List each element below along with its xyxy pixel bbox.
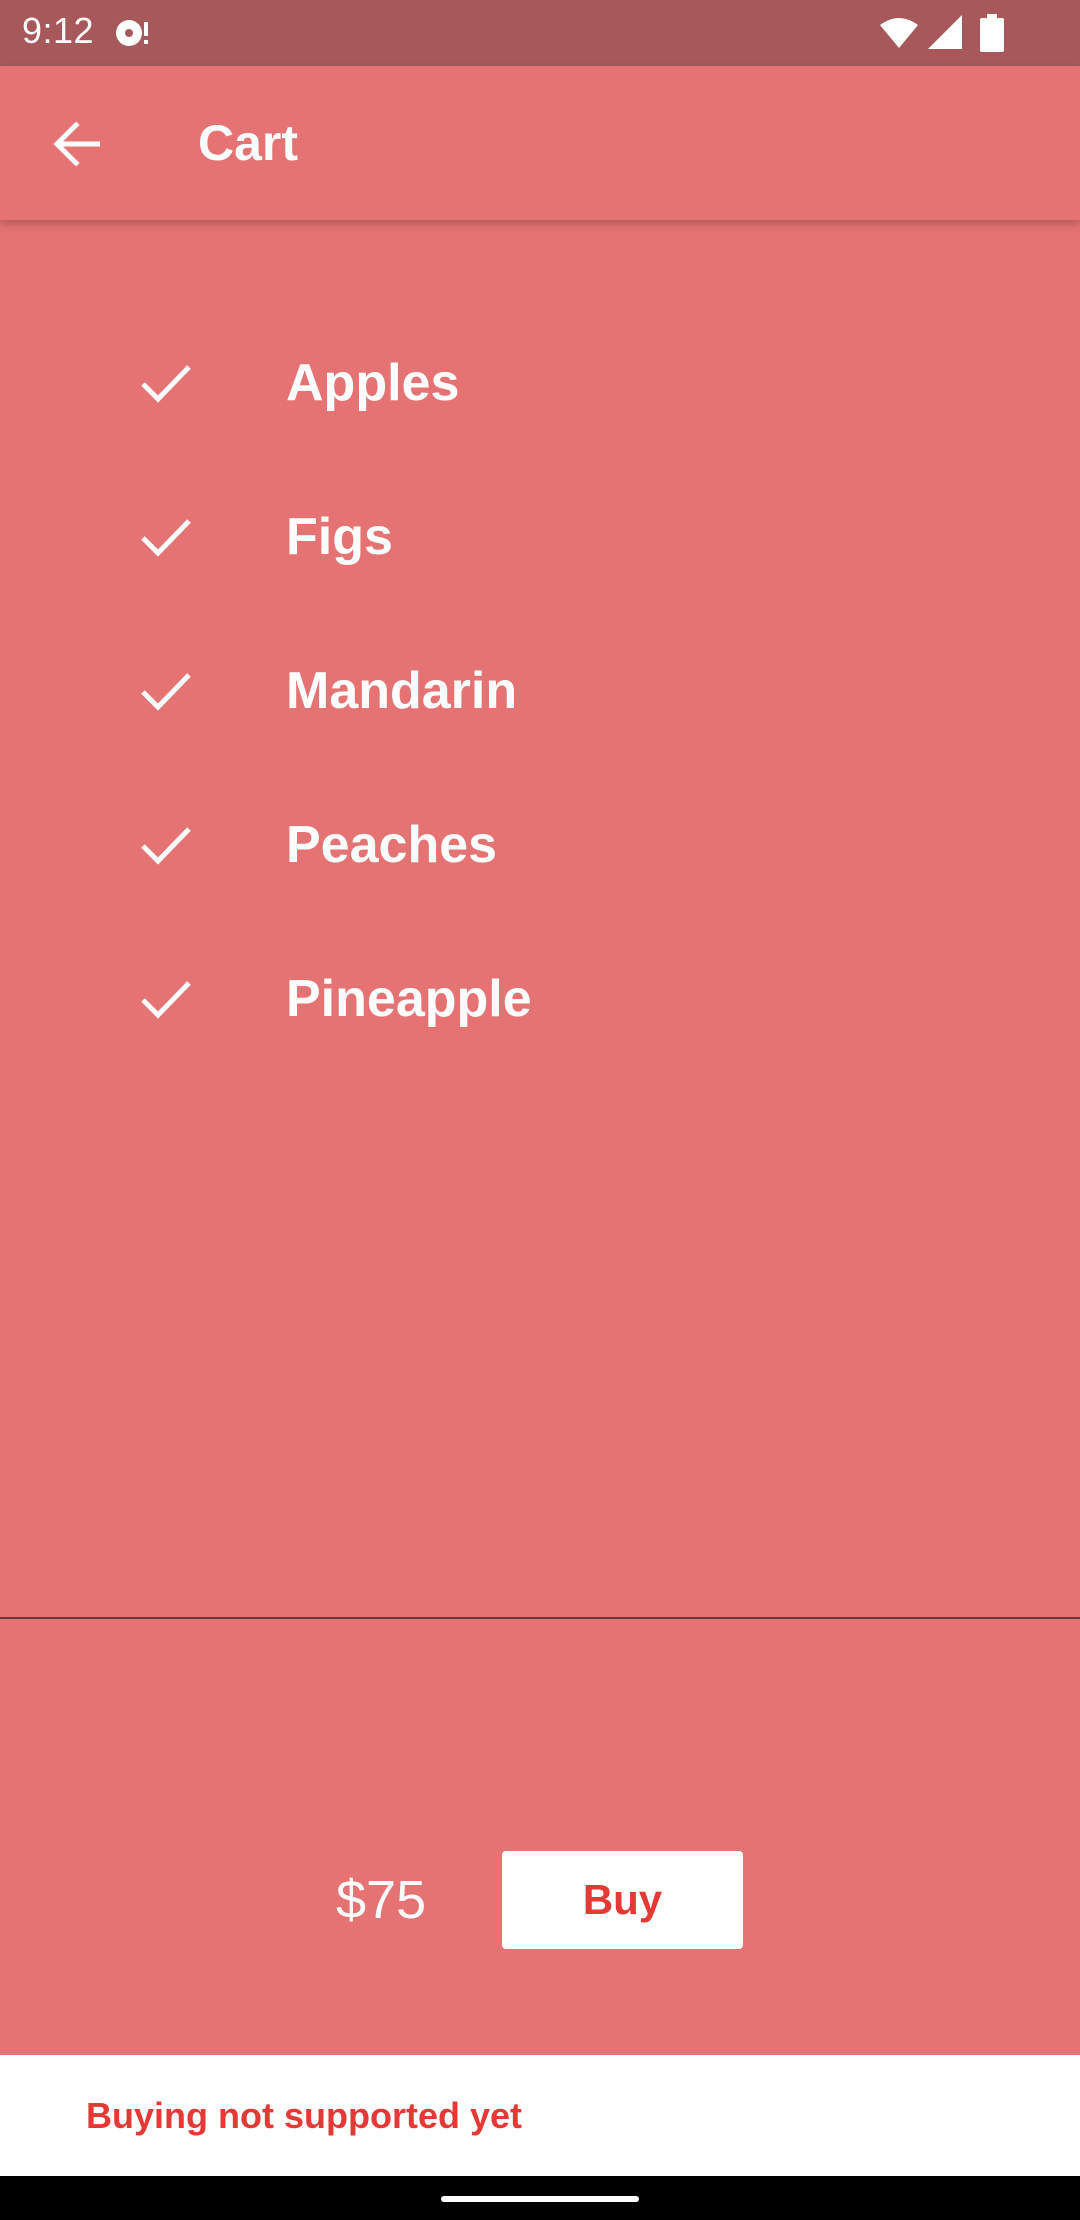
snackbar-message: Buying not supported yet [86, 2094, 522, 2136]
wifi-icon [880, 18, 918, 48]
app-bar: Cart [0, 66, 1080, 220]
cart-item-label: Figs [286, 508, 393, 566]
system-nav-bar [0, 2176, 1080, 2220]
cart-item-figs[interactable]: Figs [0, 460, 1080, 614]
battery-icon [980, 14, 1004, 52]
arrow-back-icon [53, 122, 100, 166]
check-icon [141, 673, 191, 711]
check-icon [141, 365, 191, 403]
cart-list: Apples Figs Mandarin Peaches Pineapple [0, 230, 1080, 1618]
cart-item-label: Mandarin [286, 662, 518, 720]
check-icon [141, 981, 191, 1019]
cart-item-label: Pineapple [286, 970, 532, 1028]
cart-item-label: Peaches [286, 816, 498, 874]
cell-signal-icon [928, 15, 962, 49]
cart-item-mandarin[interactable]: Mandarin [0, 614, 1080, 768]
check-icon [141, 519, 191, 557]
total-price: $75 [336, 1870, 427, 1930]
cart-item-peaches[interactable]: Peaches [0, 768, 1080, 922]
checkout-area: $75 Buy [0, 1619, 1080, 2055]
back-button[interactable] [38, 106, 114, 182]
media-notification-icon [116, 20, 148, 46]
cart-item-apples[interactable]: Apples [0, 306, 1080, 460]
home-indicator[interactable] [441, 2196, 639, 2202]
cart-item-pineapple[interactable]: Pineapple [0, 922, 1080, 1076]
status-time: 9:12 [22, 10, 95, 51]
snackbar: Buying not supported yet [0, 2055, 1080, 2176]
check-icon [141, 827, 191, 865]
cart-item-label: Apples [286, 354, 460, 412]
buy-button[interactable]: Buy [502, 1851, 743, 1949]
status-bar: 9:12 [0, 0, 1080, 66]
page-title: Cart [198, 115, 299, 171]
